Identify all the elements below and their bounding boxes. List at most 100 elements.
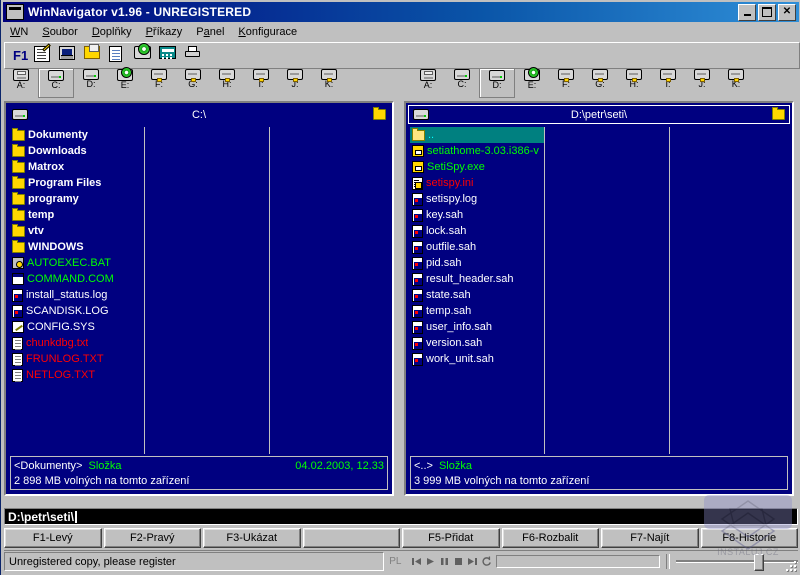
right-column-2[interactable] [544, 127, 669, 454]
maximize-button[interactable] [758, 4, 776, 21]
menu-item-doplky[interactable]: Doplňky [85, 25, 139, 39]
drive-button-f[interactable]: F: [142, 68, 176, 96]
drive-button-j[interactable]: J: [685, 68, 719, 96]
file-list-item[interactable]: setispy.log [410, 191, 544, 207]
drive-button-j[interactable]: J: [278, 68, 312, 96]
file-list-item[interactable]: work_unit.sah [410, 351, 544, 367]
resize-grip[interactable] [782, 557, 796, 571]
file-list-item[interactable]: result_header.sah [410, 271, 544, 287]
play-button[interactable] [425, 556, 436, 567]
menu-item-wn[interactable]: WN [3, 25, 35, 39]
file-list-item[interactable]: temp [10, 207, 144, 223]
file-list-item[interactable]: temp.sah [410, 303, 544, 319]
file-list-item[interactable]: install_status.log [10, 287, 144, 303]
window-icon[interactable] [6, 4, 24, 20]
file-list-item[interactable]: setiathome-3.03.i386-v [410, 143, 544, 159]
file-list-item[interactable]: AUTOEXEC.BAT [10, 255, 144, 271]
menu-item-soubor[interactable]: Soubor [35, 25, 84, 39]
document-icon[interactable] [109, 46, 131, 66]
function-key-f8[interactable]: F8-Historie [701, 528, 799, 548]
left-column-3[interactable] [269, 127, 388, 454]
drive-button-e[interactable]: E: [108, 68, 142, 96]
calculator-icon[interactable] [159, 46, 181, 66]
drive-icon[interactable] [12, 109, 28, 120]
printer-icon[interactable] [184, 46, 206, 66]
folder-icon[interactable] [373, 109, 386, 120]
cdrom-icon[interactable] [134, 46, 156, 66]
function-key-f3[interactable]: F3-Ukázat [203, 528, 301, 548]
drive-button-a[interactable]: A: [4, 68, 38, 96]
menu-item-panel[interactable]: Panel [189, 25, 231, 39]
drive-button-c[interactable]: C: [38, 68, 74, 98]
slider-thumb[interactable] [754, 554, 764, 571]
close-button[interactable]: ✕ [778, 4, 796, 21]
file-list-item[interactable]: version.sah [410, 335, 544, 351]
stop-button[interactable] [453, 556, 464, 567]
right-column-3[interactable] [669, 127, 788, 454]
function-key-f2[interactable]: F2-Pravý [104, 528, 202, 548]
file-list-item[interactable]: COMMAND.COM [10, 271, 144, 287]
drive-button-e[interactable]: E: [515, 68, 549, 96]
right-file-panel[interactable]: D:\petr\seti\ ..setiathome-3.03.i386-vSe… [404, 101, 794, 496]
drive-button-d[interactable]: D: [74, 68, 108, 96]
playlist-label[interactable]: PL [384, 556, 407, 567]
repeat-button[interactable] [481, 556, 492, 567]
file-list-item[interactable]: CONFIG.SYS [10, 319, 144, 335]
volume-slider[interactable] [676, 554, 798, 569]
left-column-1[interactable]: DokumentyDownloadsMatroxProgram Filespro… [10, 127, 144, 454]
command-line[interactable]: D:\petr\seti\ [4, 508, 798, 525]
file-list-item[interactable]: SetiSpy.exe [410, 159, 544, 175]
file-list-item[interactable]: .. [410, 127, 544, 143]
minimize-button[interactable] [738, 4, 756, 21]
drive-button-f[interactable]: F: [549, 68, 583, 96]
right-file-list[interactable]: ..setiathome-3.03.i386-vSetiSpy.exesetis… [410, 127, 788, 454]
toolbar-f1-label[interactable]: F1 [13, 48, 28, 63]
file-list-item[interactable]: Downloads [10, 143, 144, 159]
file-list-item[interactable]: key.sah [410, 207, 544, 223]
function-key-f4[interactable] [303, 528, 401, 548]
file-list-item[interactable]: Dokumenty [10, 127, 144, 143]
file-list-item[interactable]: vtv [10, 223, 144, 239]
pause-button[interactable] [439, 556, 450, 567]
file-list-item[interactable]: Matrox [10, 159, 144, 175]
drive-button-g[interactable]: G: [176, 68, 210, 96]
file-list-item[interactable]: Program Files [10, 175, 144, 191]
menu-item-pkazy[interactable]: Příkazy [139, 25, 190, 39]
file-list-item[interactable]: user_info.sah [410, 319, 544, 335]
drive-button-d[interactable]: D: [479, 68, 515, 98]
drive-icon[interactable] [413, 109, 429, 120]
menu-item-konfigurace[interactable]: Konfigurace [231, 25, 304, 39]
file-list-item[interactable]: SCANDISK.LOG [10, 303, 144, 319]
left-column-2[interactable] [144, 127, 269, 454]
drive-button-h[interactable]: H: [210, 68, 244, 96]
function-key-f5[interactable]: F5-Přidat [402, 528, 500, 548]
drive-button-k[interactable]: K: [719, 68, 753, 96]
file-list-item[interactable]: setispy.ini [410, 175, 544, 191]
file-list-item[interactable]: lock.sah [410, 223, 544, 239]
drive-button-g[interactable]: G: [583, 68, 617, 96]
drive-button-k[interactable]: K: [312, 68, 346, 96]
file-list-item[interactable]: WINDOWS [10, 239, 144, 255]
drive-button-c[interactable]: C: [445, 68, 479, 96]
folder-icon[interactable] [772, 109, 785, 120]
function-key-f7[interactable]: F7-Najít [601, 528, 699, 548]
drive-button-a[interactable]: A: [411, 68, 445, 96]
drive-button-h[interactable]: H: [617, 68, 651, 96]
notepad-icon[interactable] [34, 46, 56, 66]
function-key-f1[interactable]: F1-Levý [4, 528, 102, 548]
left-file-list[interactable]: DokumentyDownloadsMatroxProgram Filespro… [10, 127, 388, 454]
right-column-1[interactable]: ..setiathome-3.03.i386-vSetiSpy.exesetis… [410, 127, 544, 454]
function-key-f6[interactable]: F6-Rozbalit [502, 528, 600, 548]
media-progress-bar[interactable] [496, 555, 660, 568]
file-list-item[interactable]: pid.sah [410, 255, 544, 271]
prev-track-button[interactable] [411, 556, 422, 567]
next-track-button[interactable] [467, 556, 478, 567]
file-list-item[interactable]: FRUNLOG.TXT [10, 351, 144, 367]
drive-button-i[interactable]: I: [244, 68, 278, 96]
file-list-item[interactable]: programy [10, 191, 144, 207]
file-list-item[interactable]: NETLOG.TXT [10, 367, 144, 383]
file-list-item[interactable]: chunkdbg.txt [10, 335, 144, 351]
computer-icon[interactable] [59, 46, 81, 66]
file-list-item[interactable]: outfile.sah [410, 239, 544, 255]
drive-button-i[interactable]: I: [651, 68, 685, 96]
